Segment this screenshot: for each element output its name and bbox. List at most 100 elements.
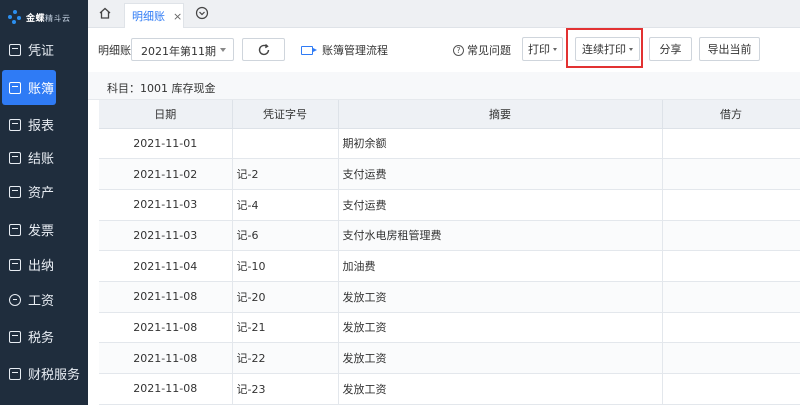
cell-date: 2021-11-08 [99, 373, 233, 405]
column-header-debit[interactable]: 借方 [662, 100, 800, 129]
share-button[interactable]: 分享 [649, 37, 692, 61]
cell-summary: 支付运费 [338, 158, 663, 190]
sidebar-item-service[interactable]: 财税服务 [0, 356, 88, 391]
brand-logo: 金蝶精斗云 [0, 0, 88, 34]
report-icon [9, 118, 21, 131]
sidebar-item-cashier[interactable]: 出纳 [0, 247, 88, 282]
cell-summary: 发放工资 [338, 373, 663, 405]
sidebar-item-label: 出纳 [28, 259, 55, 274]
cell-debit [662, 250, 800, 282]
refresh-button[interactable] [242, 38, 285, 61]
table-row[interactable]: 2021-11-03 记-6 支付水电房租管理费 [99, 220, 800, 252]
video-icon [301, 45, 317, 55]
cell-summary: 发放工资 [338, 312, 663, 344]
cell-voucher[interactable]: 记-23 [232, 373, 339, 405]
sidebar-item-label: 账簿 [28, 82, 55, 97]
cell-voucher[interactable]: 记-2 [232, 158, 339, 190]
cashier-icon [9, 258, 21, 271]
table-row[interactable]: 2021-11-03 记-4 支付运费 [99, 189, 800, 221]
cell-summary: 支付运费 [338, 189, 663, 221]
sidebar-item-label: 发票 [28, 224, 55, 239]
invoice-icon [9, 223, 21, 236]
sidebar-item-closing[interactable]: 结账 [0, 140, 88, 175]
sidebar-item-invoice[interactable]: 发票 [0, 212, 88, 247]
chevron-down-icon[interactable] [195, 6, 211, 22]
cell-voucher[interactable]: 记-10 [232, 250, 339, 282]
sidebar-item-report[interactable]: 报表 [0, 107, 88, 142]
sidebar-item-label: 凭证 [28, 44, 55, 59]
cell-debit [662, 281, 800, 313]
table-row[interactable]: 2021-11-04 记-10 加油费 [99, 250, 800, 282]
faq-label: 常见问题 [467, 44, 511, 57]
faq-link[interactable]: ? 常见问题 [453, 42, 511, 58]
ledger-label: 明细账 [98, 44, 131, 57]
column-header-date[interactable]: 日期 [99, 100, 233, 129]
ledger-icon [9, 81, 21, 94]
cell-debit [662, 158, 800, 190]
cell-voucher[interactable]: 记-21 [232, 312, 339, 344]
sidebar-item-label: 税务 [28, 331, 55, 346]
cell-voucher[interactable] [232, 128, 339, 160]
sidebar-item-label: 工资 [28, 294, 55, 309]
asset-icon [9, 185, 21, 198]
sidebar-item-label: 结账 [28, 152, 55, 167]
sidebar: 金蝶精斗云 凭证 账簿 报表 结账 资产 发票 出纳 工资 税务 财税服务 [0, 0, 88, 405]
cell-date: 2021-11-03 [99, 189, 233, 221]
table-row[interactable]: 2021-11-08 记-21 发放工资 [99, 312, 800, 344]
chevron-down-icon [553, 47, 557, 51]
tab-label: 明细账 [132, 10, 165, 23]
subject-text: 科目：1001 库存现金 [107, 82, 216, 95]
cell-debit [662, 342, 800, 374]
flow-link-label: 账簿管理流程 [322, 44, 388, 57]
cell-summary: 发放工资 [338, 281, 663, 313]
table-row[interactable]: 2021-11-08 记-22 发放工资 [99, 342, 800, 374]
logo-suffix: 精斗云 [45, 13, 71, 23]
print-label: 打印 [528, 43, 550, 56]
closing-icon [9, 151, 21, 164]
cell-date: 2021-11-02 [99, 158, 233, 190]
cell-date: 2021-11-03 [99, 220, 233, 252]
question-icon: ? [453, 44, 464, 56]
cell-voucher[interactable]: 记-6 [232, 220, 339, 252]
cell-debit [662, 128, 800, 160]
home-icon[interactable] [98, 6, 116, 22]
cell-summary: 发放工资 [338, 342, 663, 374]
table-row[interactable]: 2021-11-02 记-2 支付运费 [99, 158, 800, 190]
table-row[interactable]: 2021-11-08 记-20 发放工资 [99, 281, 800, 313]
cell-voucher[interactable]: 记-20 [232, 281, 339, 313]
export-current-button[interactable]: 导出当前 [699, 37, 760, 61]
cell-summary: 支付水电房租管理费 [338, 220, 663, 252]
sidebar-item-label: 财税服务 [28, 368, 81, 383]
toolbar: 明细账 2021年第11期 账簿管理流程 ? 常见问题 打印 连续打印 分享 导… [88, 28, 800, 72]
print-button[interactable]: 打印 [522, 37, 563, 61]
sidebar-item-label: 报表 [28, 119, 55, 134]
cell-date: 2021-11-04 [99, 250, 233, 282]
cell-debit [662, 189, 800, 221]
sidebar-item-label: 资产 [28, 186, 55, 201]
tab-bar: 明细账 × [88, 0, 800, 28]
detail-ledger-table: 日期 凭证字号 摘要 借方 2021-11-01 期初余额 2021-11-02 记-… [99, 100, 800, 405]
table-header-row: 日期 凭证字号 摘要 借方 [99, 100, 800, 129]
sidebar-item-ledger[interactable]: 账簿 [2, 70, 56, 105]
cell-debit [662, 312, 800, 344]
share-label: 分享 [659, 43, 682, 56]
sidebar-item-tax[interactable]: 税务 [0, 319, 88, 354]
voucher-icon [9, 43, 21, 56]
tab-detail-ledger[interactable]: 明细账 × [124, 3, 184, 28]
sidebar-item-asset[interactable]: 资产 [0, 174, 88, 209]
sidebar-item-voucher[interactable]: 凭证 [0, 32, 88, 67]
table-row[interactable]: 2021-11-08 记-23 发放工资 [99, 373, 800, 405]
cell-date: 2021-11-08 [99, 342, 233, 374]
table-row[interactable]: 2021-11-01 期初余额 [99, 128, 800, 160]
cell-voucher[interactable]: 记-22 [232, 342, 339, 374]
column-header-summary[interactable]: 摘要 [338, 100, 663, 129]
close-icon[interactable]: × [173, 10, 182, 23]
sidebar-item-salary[interactable]: 工资 [0, 282, 88, 317]
logo-icon [8, 10, 22, 24]
cell-date: 2021-11-08 [99, 312, 233, 344]
ledger-flow-link[interactable]: 账簿管理流程 [301, 42, 388, 58]
cell-voucher[interactable]: 记-4 [232, 189, 339, 221]
period-select[interactable]: 2021年第11期 [131, 38, 234, 61]
column-header-voucher[interactable]: 凭证字号 [232, 100, 339, 129]
logo-name: 金蝶 [26, 13, 46, 24]
